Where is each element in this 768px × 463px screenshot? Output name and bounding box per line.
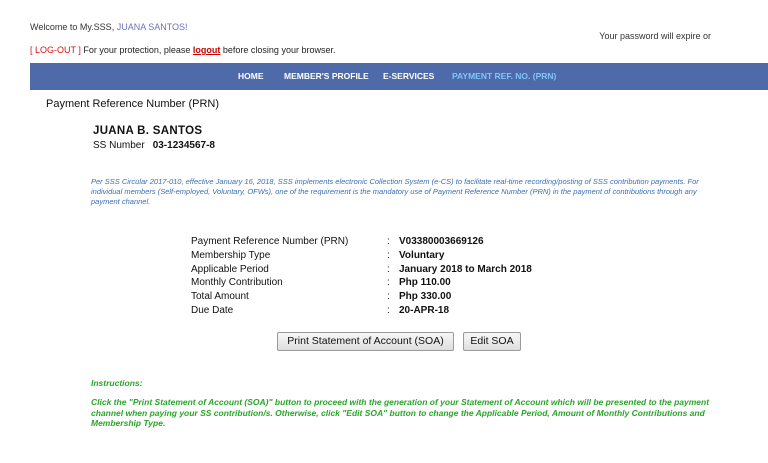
- user-name: JUANA SANTOS!: [116, 22, 188, 32]
- detail-separator: :: [387, 236, 390, 247]
- detail-separator: :: [387, 263, 390, 275]
- detail-separator: :: [387, 291, 390, 303]
- instructions-body: Click the "Print Statement of Account (S…: [91, 397, 710, 428]
- nav-payment-ref-no[interactable]: PAYMENT REF. NO. (PRN): [452, 63, 556, 90]
- protection-suffix: before closing your browser.: [220, 45, 336, 55]
- detail-value: Voluntary: [399, 249, 445, 261]
- detail-label: Applicable Period: [191, 263, 269, 275]
- detail-value: V03380003669126: [399, 236, 484, 247]
- logout-link[interactable]: logout: [193, 45, 221, 55]
- print-soa-button[interactable]: Print Statement of Account (SOA): [277, 332, 454, 351]
- ss-number-value: 03-1234567-8: [152, 140, 215, 151]
- nav-members-profile[interactable]: MEMBER'S PROFILE: [284, 63, 369, 90]
- detail-label: Membership Type: [191, 249, 271, 261]
- sss-circular-notice: Per SSS Circular 2017-010, effective Jan…: [91, 177, 699, 206]
- ss-number-line: SS Number 03-1234567-8: [93, 140, 215, 151]
- logout-notice: [ LOG-OUT ] For your protection, please …: [30, 45, 335, 55]
- nav-e-services[interactable]: E-SERVICES: [383, 63, 434, 90]
- detail-separator: :: [387, 304, 390, 316]
- edit-soa-button[interactable]: Edit SOA: [463, 332, 521, 351]
- ss-number-label: SS Number: [93, 140, 145, 151]
- welcome-message: Welcome to My.SSS, JUANA SANTOS!: [30, 22, 188, 32]
- instructions-title: Instructions:: [91, 378, 143, 388]
- detail-value: Php 110.00: [399, 277, 451, 289]
- welcome-prefix: Welcome to My.SSS,: [30, 22, 117, 32]
- page-title: Payment Reference Number (PRN): [46, 98, 220, 110]
- main-navbar: HOME MEMBER'S PROFILE E-SERVICES PAYMENT…: [30, 63, 768, 90]
- detail-label: Monthly Contribution: [191, 277, 283, 289]
- detail-value: 20-APR-18: [399, 304, 450, 316]
- detail-separator: :: [387, 277, 390, 289]
- detail-value: January 2018 to March 2018: [399, 263, 532, 275]
- logout-label[interactable]: [ LOG-OUT ]: [30, 45, 81, 55]
- detail-value: Php 330.00: [399, 291, 452, 303]
- detail-label: Total Amount: [191, 291, 249, 303]
- nav-home[interactable]: HOME: [238, 63, 264, 90]
- protection-prefix: For your protection, please: [80, 45, 193, 55]
- detail-separator: :: [387, 249, 390, 261]
- member-name: JUANA B. SANTOS: [93, 125, 203, 137]
- detail-label: Payment Reference Number (PRN): [191, 236, 349, 247]
- password-expiry-note: Your password will expire or: [599, 31, 711, 41]
- detail-label: Due Date: [191, 304, 234, 316]
